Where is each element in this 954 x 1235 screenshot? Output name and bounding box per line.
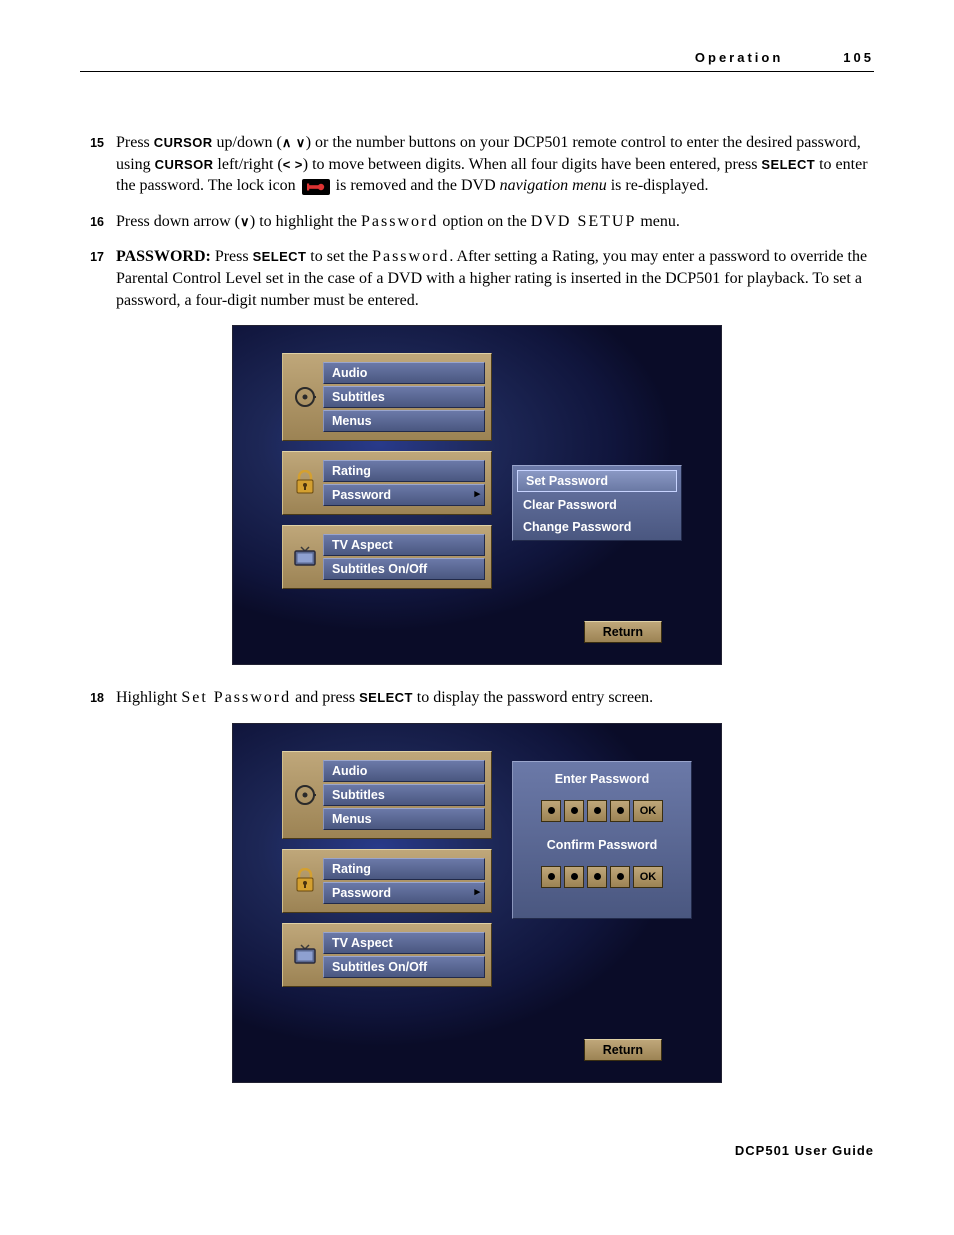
step-15: 15 Press CURSOR up/down (∧ ∨) or the num… [80,132,874,197]
instruction-list-cont: 18 Highlight Set Password and press SELE… [80,687,874,709]
tv-icon [287,943,323,967]
menu-item-subtitles[interactable]: Subtitles [323,784,485,806]
menu-item-audio[interactable]: Audio [323,362,485,384]
panel-parental: Rating Password [282,849,492,913]
password-digit[interactable] [587,866,607,888]
step-body: Highlight Set Password and press SELECT … [116,687,874,709]
menu-item-rating[interactable]: Rating [323,858,485,880]
lock-icon [302,179,330,195]
panel-video: TV Aspect Subtitles On/Off [282,525,492,589]
footer-guide: DCP501 User Guide [80,1143,874,1158]
submenu-set-password[interactable]: Set Password [517,470,677,492]
panel-language: Audio Subtitles Menus [282,353,492,441]
menu-item-audio[interactable]: Audio [323,760,485,782]
step-16: 16 Press down arrow (∨) to highlight the… [80,211,874,233]
panel-language: Audio Subtitles Menus [282,751,492,839]
enter-password-title: Enter Password [523,772,681,786]
password-submenu: Set Password Clear Password Change Passw… [512,465,682,541]
step-body: Press CURSOR up/down (∧ ∨) or the number… [116,132,874,197]
step-body: Press down arrow (∨) to highlight the Pa… [116,211,874,233]
password-digit[interactable] [610,866,630,888]
step-18: 18 Highlight Set Password and press SELE… [80,687,874,709]
submenu-clear-password[interactable]: Clear Password [513,494,681,516]
menu-item-subtitles-onoff[interactable]: Subtitles On/Off [323,558,485,580]
menu-item-menus[interactable]: Menus [323,808,485,830]
ok-button[interactable]: OK [633,866,663,888]
page-header: Operation 105 [80,50,874,72]
right-column: Set Password Clear Password Change Passw… [512,465,682,541]
step-body: PASSWORD: Press SELECT to set the Passwo… [116,246,874,311]
menu-item-password[interactable]: Password [323,484,485,506]
return-button[interactable]: Return [584,621,662,643]
instruction-list: 15 Press CURSOR up/down (∧ ∨) or the num… [80,132,874,311]
menu-item-password[interactable]: Password [323,882,485,904]
confirm-password-row: OK [523,866,681,888]
step-number: 16 [80,211,104,233]
disc-icon [287,385,323,409]
disc-icon [287,783,323,807]
padlock-icon [287,868,323,894]
left-column: Audio Subtitles Menus Rating Password [282,751,492,997]
step-17: 17 PASSWORD: Press SELECT to set the Pas… [80,246,874,311]
menu-item-tv-aspect[interactable]: TV Aspect [323,534,485,556]
confirm-password-title: Confirm Password [523,838,681,852]
password-digit[interactable] [564,800,584,822]
header-section: Operation [695,50,783,65]
padlock-icon [287,470,323,496]
header-page-number: 105 [843,50,874,65]
panel-video: TV Aspect Subtitles On/Off [282,923,492,987]
step-number: 17 [80,246,104,311]
submenu-change-password[interactable]: Change Password [513,516,681,538]
figure-password-entry: Audio Subtitles Menus Rating Password [80,723,874,1083]
figure-password-menu: Audio Subtitles Menus Rating Password [80,325,874,665]
menu-item-tv-aspect[interactable]: TV Aspect [323,932,485,954]
step-number: 15 [80,132,104,197]
password-digit[interactable] [610,800,630,822]
menu-item-subtitles[interactable]: Subtitles [323,386,485,408]
password-digit[interactable] [541,866,561,888]
menu-item-menus[interactable]: Menus [323,410,485,432]
right-column-entry: Enter Password OK Confirm Password OK [512,761,692,919]
left-column: Audio Subtitles Menus Rating Password [282,353,492,599]
panel-parental: Rating Password [282,451,492,515]
ok-button[interactable]: OK [633,800,663,822]
dvd-screen: Audio Subtitles Menus Rating Password [232,325,722,665]
menu-item-rating[interactable]: Rating [323,460,485,482]
dvd-screen: Audio Subtitles Menus Rating Password [232,723,722,1083]
enter-password-row: OK [523,800,681,822]
password-entry-panel: Enter Password OK Confirm Password OK [512,761,692,919]
return-button[interactable]: Return [584,1039,662,1061]
menu-item-subtitles-onoff[interactable]: Subtitles On/Off [323,956,485,978]
password-digit[interactable] [564,866,584,888]
password-digit[interactable] [541,800,561,822]
password-digit[interactable] [587,800,607,822]
step-number: 18 [80,687,104,709]
tv-icon [287,545,323,569]
